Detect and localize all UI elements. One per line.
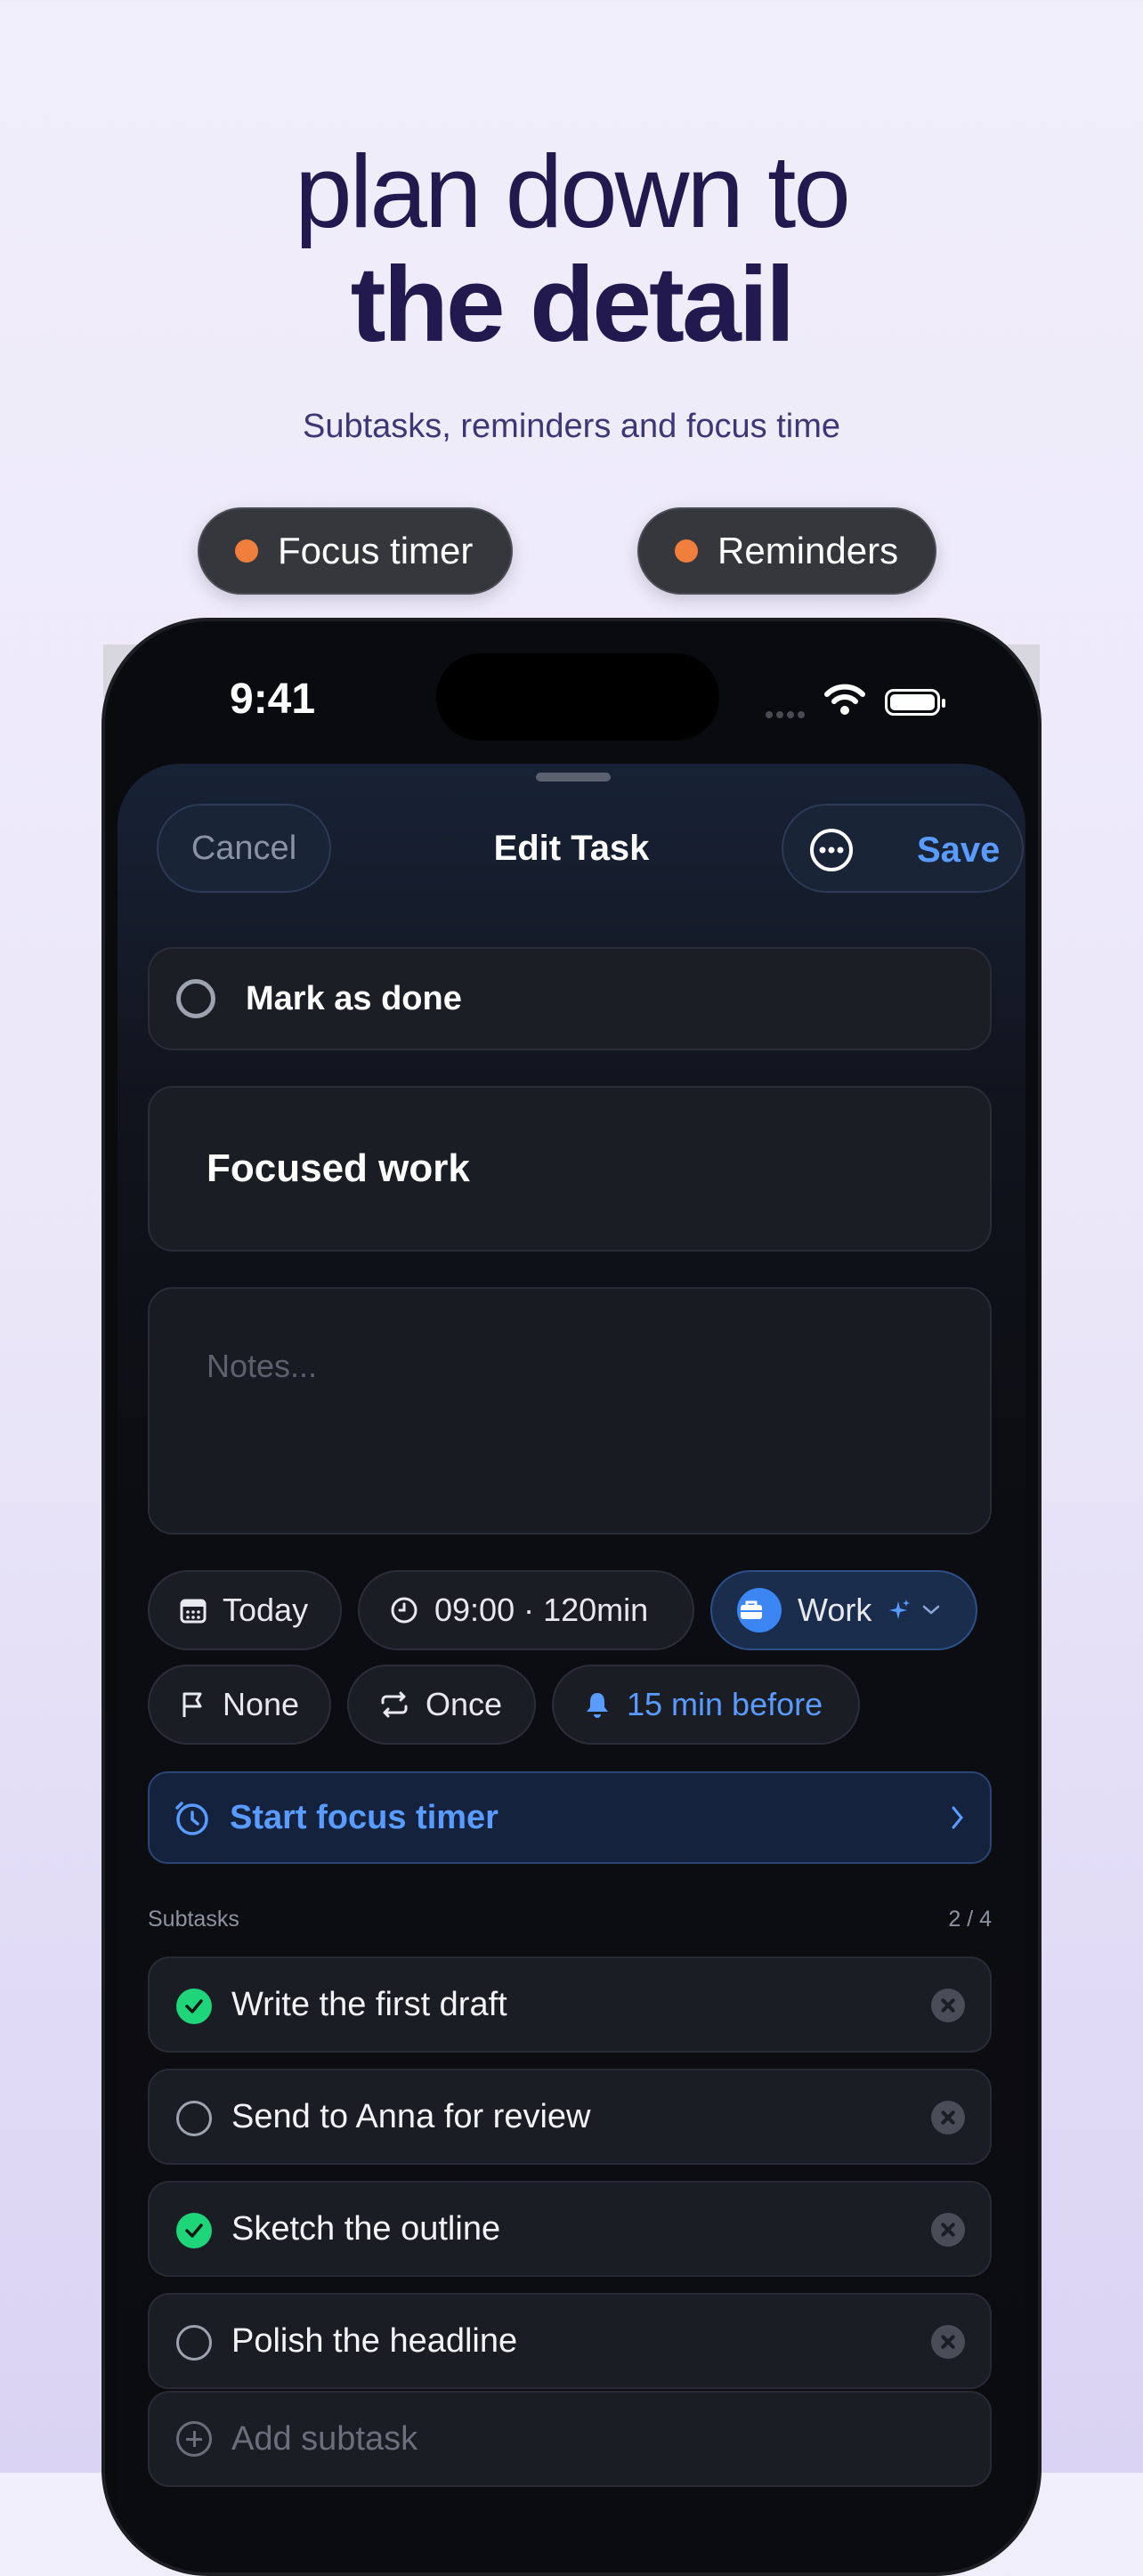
subtask-row[interactable]: Sketch the outline [148,2181,992,2277]
wifi-icon [824,684,865,715]
mark-as-done-row[interactable]: Mark as done [148,947,992,1050]
start-focus-timer-button[interactable]: Start focus timer [148,1771,992,1864]
notes-placeholder: Notes... [207,1348,318,1384]
battery-icon [885,689,945,716]
plus-circle-icon [176,2421,212,2457]
sparkle-icon [889,1600,911,1619]
feature-pill-reminders: Reminders [637,507,936,595]
bullet-dot-icon [675,539,698,563]
header-actions: Save [782,804,1024,893]
edit-task-sheet: Cancel Edit Task Save Mark as done Focus… [118,764,1025,2572]
delete-subtask-icon[interactable] [931,2213,965,2247]
more-options-icon[interactable] [808,827,855,873]
sheet-grabber[interactable] [536,773,611,782]
subtask-text: Sketch the outline [231,2210,501,2248]
dynamic-island [436,653,719,741]
hero-tagline: Subtasks, reminders and focus time [302,408,841,445]
hero-headline-line1: plan down to [295,134,851,249]
priority-chip-label: None [223,1686,300,1722]
subtask-row[interactable]: Write the first draft [148,1956,992,2053]
list-chip-label: Work [798,1592,872,1628]
cellular-signal-icon [766,707,808,723]
clock-icon [391,1597,417,1624]
calendar-icon [180,1599,207,1624]
checkmark-icon[interactable] [176,1989,212,2024]
task-title-field[interactable]: Focused work [148,1086,992,1252]
date-chip[interactable]: Today [148,1570,342,1650]
subtask-text: Polish the headline [231,2322,518,2360]
unchecked-circle-icon[interactable] [176,2101,212,2136]
bullet-dot-icon [235,539,258,563]
feature-pill-focus-timer: Focus timer [198,507,513,595]
task-title-value: Focused work [207,1146,470,1190]
subtask-text: Send to Anna for review [231,2098,591,2135]
cancel-button[interactable]: Cancel [157,804,331,893]
time-chip[interactable]: 09:00 · 120min [358,1570,694,1650]
time-chip-label: 09:00 · 120min [434,1592,649,1628]
phone-frame: 9:41 Cancel Edit Task Save Mark as done … [101,618,1042,2576]
timer-icon [175,1802,208,1835]
status-time: 9:41 [230,676,316,723]
reminder-chip[interactable]: 15 min before [552,1665,860,1745]
subtask-text: Write the first draft [231,1986,507,2023]
save-button[interactable]: Save [917,806,1000,895]
checkmark-icon[interactable] [176,2213,212,2248]
notes-field[interactable]: Notes... [148,1287,992,1535]
feature-pill-label: Focus timer [278,530,474,571]
delete-subtask-icon[interactable] [931,2101,965,2135]
repeat-chip-label: Once [426,1686,503,1722]
feature-pill-label: Reminders [717,530,899,571]
chevron-down-icon [923,1605,940,1615]
subtask-row[interactable]: Send to Anna for review [148,2069,992,2165]
subtasks-header: Subtasks [148,1907,239,1932]
priority-chip[interactable]: None [148,1665,331,1745]
briefcase-icon [737,1588,782,1632]
mark-as-done-label: Mark as done [246,980,462,1017]
focus-button-label: Start focus timer [230,1798,499,1836]
bell-icon [587,1693,608,1718]
subtask-row[interactable]: Polish the headline [148,2293,992,2389]
delete-subtask-icon[interactable] [931,1989,965,2022]
repeat-chip[interactable]: Once [347,1665,536,1745]
done-radio-icon[interactable] [176,979,215,1018]
unchecked-circle-icon[interactable] [176,2325,212,2361]
date-chip-label: Today [223,1592,309,1628]
subtasks-count: 2 / 4 [948,1907,992,1932]
repeat-icon [381,1691,408,1718]
reminder-chip-label: 15 min before [627,1686,823,1722]
hero-headline-line2: the detail [350,245,796,364]
delete-subtask-icon[interactable] [931,2325,965,2359]
chevron-right-icon [952,1806,963,1829]
list-chip[interactable]: Work [710,1570,977,1650]
status-bar: 9:41 [105,621,1038,755]
flag-icon [182,1692,202,1717]
add-subtask-placeholder: Add subtask [231,2420,418,2458]
